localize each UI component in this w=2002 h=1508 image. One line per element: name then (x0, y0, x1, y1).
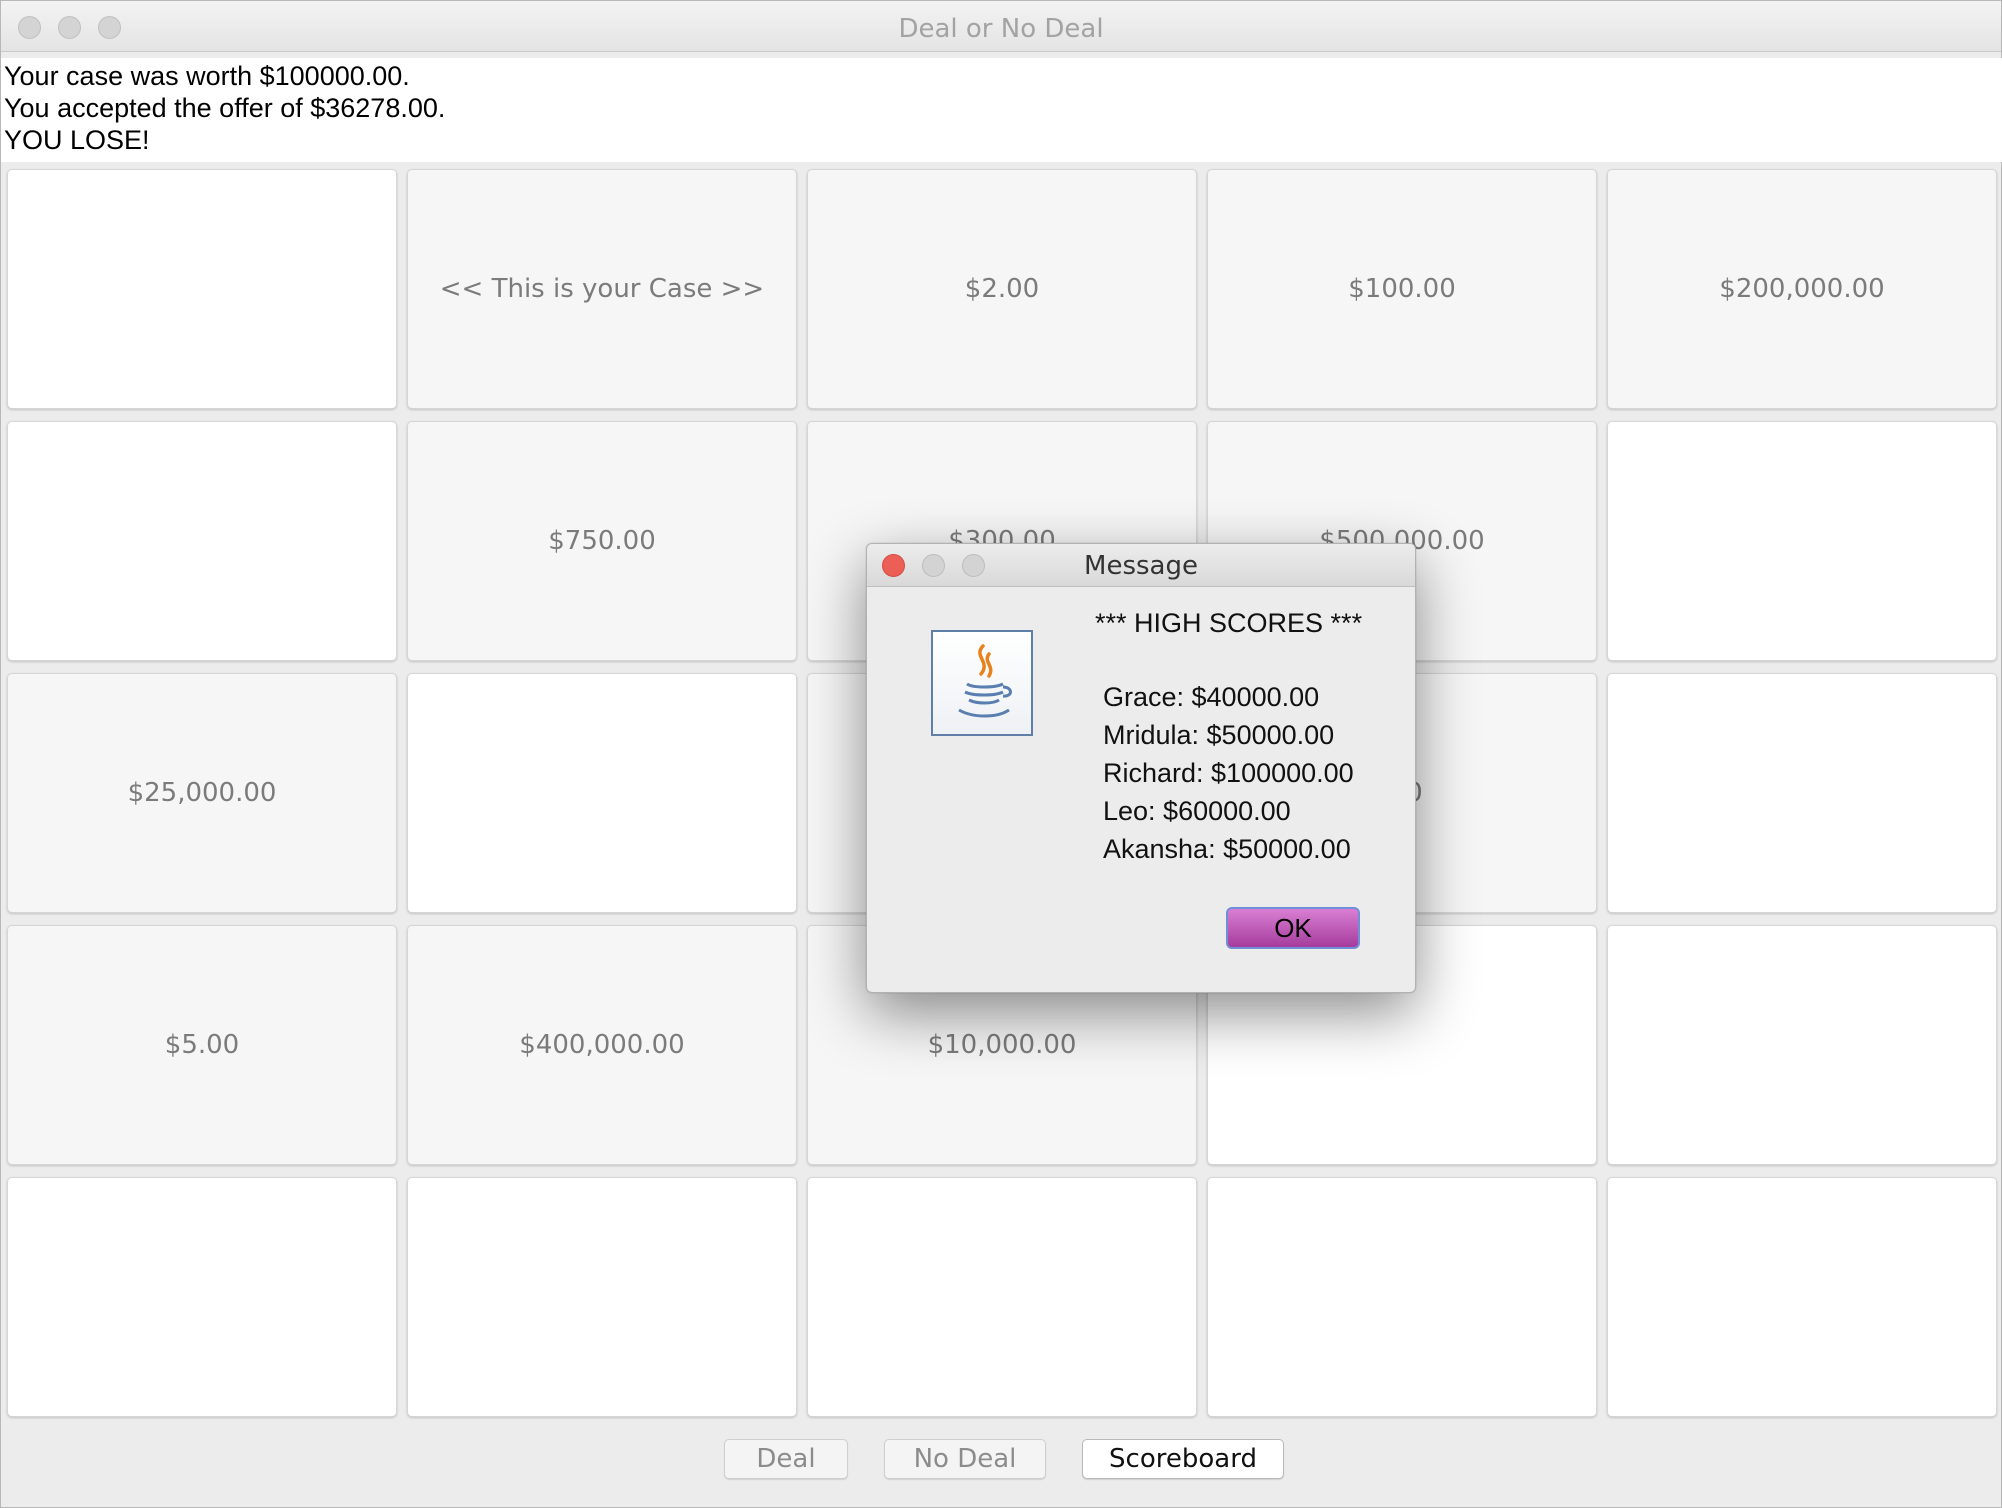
scoreboard-button[interactable]: Scoreboard (1082, 1439, 1284, 1479)
briefcase-button[interactable] (7, 421, 397, 661)
status-line-offer: You accepted the offer of $36278.00. (4, 93, 446, 123)
briefcase-button[interactable] (7, 169, 397, 409)
status-line-result: YOU LOSE! (4, 125, 150, 155)
no-deal-button[interactable]: No Deal (884, 1439, 1046, 1479)
briefcase-button[interactable] (407, 1177, 797, 1417)
ok-button[interactable]: OK (1226, 907, 1360, 949)
dialog-title-bar[interactable]: Message (867, 544, 1415, 587)
briefcase-button[interactable]: $5.00 (7, 925, 397, 1165)
title-bar[interactable]: Deal or No Deal (1, 1, 2001, 52)
high-scores-message: *** HIGH SCORES *** Grace: $40000.00 Mri… (1095, 604, 1362, 868)
window-title: Deal or No Deal (898, 14, 1104, 44)
briefcase-button[interactable]: $25,000.00 (7, 673, 397, 913)
briefcase-button[interactable]: $100.00 (1207, 169, 1597, 409)
dialog-title: Message (1084, 551, 1198, 581)
briefcase-button[interactable]: $2.00 (807, 169, 1197, 409)
score-entry: Leo: $60000.00 (1103, 796, 1291, 826)
briefcase-button[interactable] (407, 673, 797, 913)
briefcase-button[interactable] (1607, 421, 1997, 661)
briefcase-button[interactable] (807, 1177, 1197, 1417)
score-entry: Mridula: $50000.00 (1103, 720, 1335, 750)
briefcase-button[interactable] (1607, 1177, 1997, 1417)
score-entry: Richard: $100000.00 (1103, 758, 1354, 788)
briefcase-button[interactable]: $200,000.00 (1607, 169, 1997, 409)
java-coffee-icon (931, 630, 1033, 736)
action-bar: Deal No Deal Scoreboard (1, 1439, 2001, 1489)
high-scores-dialog: Message *** HIGH SCORES *** Grace: $4000… (866, 543, 1416, 993)
status-line-case-value: Your case was worth $100000.00. (4, 61, 410, 91)
briefcase-button[interactable]: << This is your Case >> (407, 169, 797, 409)
briefcase-button[interactable]: $750.00 (407, 421, 797, 661)
briefcase-button[interactable] (1607, 673, 1997, 913)
score-entry: Grace: $40000.00 (1103, 682, 1320, 712)
high-scores-header: *** HIGH SCORES *** (1095, 608, 1363, 638)
score-entry: Akansha: $50000.00 (1103, 834, 1351, 864)
briefcase-button[interactable]: $400,000.00 (407, 925, 797, 1165)
status-area: Your case was worth $100000.00. You acce… (1, 58, 2002, 162)
briefcase-button[interactable] (7, 1177, 397, 1417)
briefcase-button[interactable] (1607, 925, 1997, 1165)
deal-button[interactable]: Deal (724, 1439, 848, 1479)
briefcase-button[interactable] (1207, 1177, 1597, 1417)
